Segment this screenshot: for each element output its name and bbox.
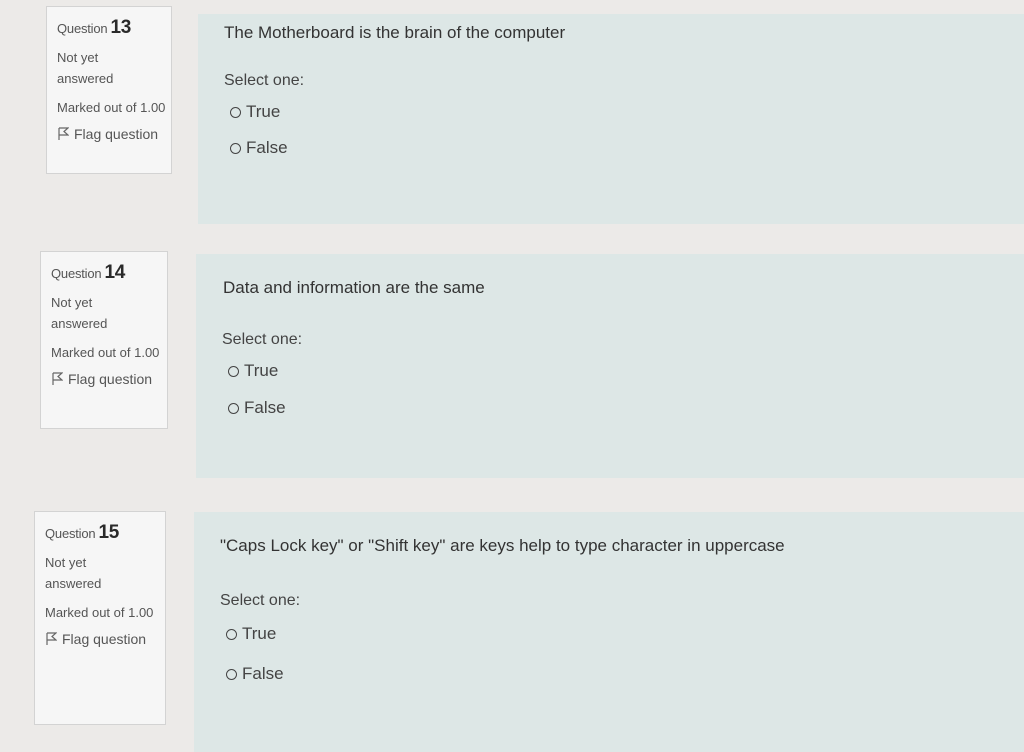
flag-question-label: Flag question — [62, 631, 147, 647]
question-info: Question 13 Not yet answered Marked out o… — [46, 6, 172, 174]
answer-options: True False — [228, 359, 286, 420]
option-label: True — [244, 361, 279, 380]
question-14: Question 14 Not yet answered Marked out o… — [0, 246, 1024, 486]
question-text: The Motherboard is the brain of the comp… — [224, 23, 566, 42]
question-grade: Marked out of 1.00 — [51, 345, 160, 360]
question-number: Question 15 — [45, 522, 155, 544]
question-content: The Motherboard is the brain of the comp… — [198, 14, 1024, 224]
option-label: False — [244, 398, 286, 417]
option-label: False — [246, 138, 288, 157]
question-15: Question 15 Not yet answered Marked out o… — [0, 506, 1024, 752]
select-one-prompt: Select one: — [222, 331, 303, 348]
question-13: Question 13 Not yet answered Marked out o… — [0, 0, 1024, 230]
radio-unchecked-icon[interactable] — [230, 142, 241, 154]
question-number-value: 14 — [104, 262, 126, 283]
question-number-value: 15 — [98, 522, 120, 543]
question-number: Question 13 — [57, 17, 161, 39]
flag-question-link[interactable]: Flag question — [51, 371, 157, 387]
option-false[interactable]: False — [228, 396, 286, 420]
question-content: "Caps Lock key" or "Shift key" are keys … — [194, 512, 1024, 752]
select-one-prompt: Select one: — [224, 72, 305, 89]
question-label: Question — [57, 21, 108, 36]
option-label: True — [246, 102, 281, 121]
question-label: Question — [45, 526, 96, 541]
question-label: Question — [51, 266, 102, 281]
question-number: Question 14 — [51, 262, 157, 284]
question-content: Data and information are the same Select… — [196, 254, 1024, 478]
option-false[interactable]: False — [230, 136, 288, 160]
option-true[interactable]: True — [226, 622, 284, 646]
radio-unchecked-icon[interactable] — [226, 668, 237, 680]
option-true[interactable]: True — [228, 359, 286, 383]
question-grade: Marked out of 1.00 — [45, 605, 154, 620]
radio-unchecked-icon[interactable] — [230, 106, 241, 118]
option-label: False — [242, 664, 284, 683]
flag-question-label: Flag question — [74, 126, 159, 142]
question-text: "Caps Lock key" or "Shift key" are keys … — [220, 536, 785, 555]
select-one-prompt: Select one: — [220, 592, 301, 609]
flag-icon — [51, 372, 63, 386]
question-grade: Marked out of 1.00 — [57, 100, 166, 115]
question-info: Question 15 Not yet answered Marked out o… — [34, 511, 166, 725]
answer-options: True False — [230, 100, 288, 160]
question-state: Not yet answered — [45, 555, 102, 591]
flag-question-link[interactable]: Flag question — [57, 126, 161, 142]
option-true[interactable]: True — [230, 100, 288, 124]
radio-unchecked-icon[interactable] — [228, 402, 239, 414]
question-text: Data and information are the same — [223, 278, 485, 297]
flag-icon — [45, 632, 57, 646]
flag-icon — [57, 127, 69, 141]
question-state: Not yet answered — [57, 50, 114, 86]
option-label: True — [242, 624, 277, 643]
flag-question-link[interactable]: Flag question — [45, 631, 155, 647]
flag-question-label: Flag question — [68, 371, 153, 387]
answer-options: True False — [226, 622, 284, 686]
option-false[interactable]: False — [226, 662, 284, 686]
radio-unchecked-icon[interactable] — [228, 365, 239, 377]
question-info: Question 14 Not yet answered Marked out o… — [40, 251, 168, 429]
question-state: Not yet answered — [51, 295, 108, 331]
radio-unchecked-icon[interactable] — [226, 628, 237, 640]
question-number-value: 13 — [110, 17, 132, 38]
